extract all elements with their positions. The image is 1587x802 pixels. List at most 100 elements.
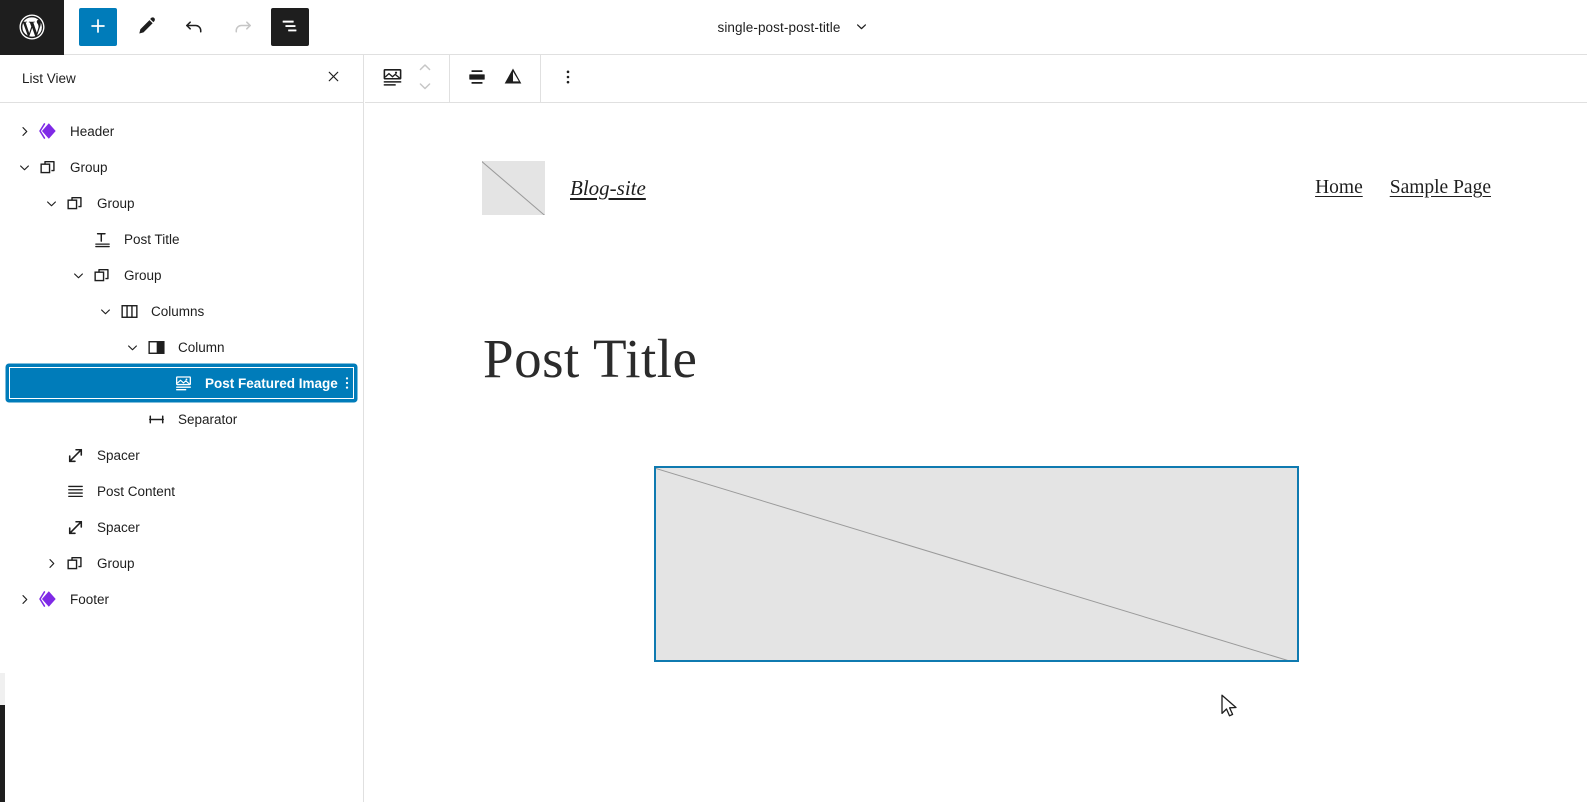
list-view-header: List View [0, 55, 363, 103]
move-down-button[interactable] [415, 79, 435, 98]
group-icon [36, 155, 60, 179]
more-vertical-icon [558, 67, 578, 90]
chevron-right-icon[interactable] [39, 551, 63, 575]
site-title-link[interactable]: Blog-site [570, 176, 646, 201]
tree-item-column[interactable]: Column [0, 329, 363, 365]
tree-item-label: Group [97, 555, 135, 571]
block-type-button[interactable] [374, 55, 410, 103]
tree-item-post-featured-image[interactable]: Post Featured Image [7, 365, 356, 401]
tree-item-spacer[interactable]: Spacer [0, 509, 363, 545]
align-button[interactable] [459, 55, 495, 103]
tree-item-label: Group [97, 195, 135, 211]
tree-item-columns[interactable]: Columns [0, 293, 363, 329]
chevron-down-icon[interactable] [12, 155, 36, 179]
more-vertical-icon[interactable] [338, 371, 356, 395]
tree-item-label: Post Featured Image [205, 375, 338, 391]
block-movers [410, 55, 440, 103]
tree-item-group[interactable]: Group [0, 545, 363, 581]
chevron-down-icon[interactable] [93, 299, 117, 323]
tree-item-label: Footer [70, 591, 110, 607]
tree-item-label: Post Title [124, 231, 180, 247]
move-up-button[interactable] [415, 60, 435, 79]
tree-item-label: Header [70, 123, 115, 139]
undo-icon [183, 14, 206, 40]
wordpress-logo-button[interactable] [0, 0, 64, 55]
block-tree: Header Group Group Post Title Group Colu… [0, 103, 363, 617]
post-title: Post Title [483, 328, 698, 389]
redo-button[interactable] [223, 8, 261, 46]
columns-icon [117, 299, 141, 323]
list-view-sidebar: List View Header Group Group Post Title … [0, 55, 364, 802]
tree-item-group[interactable]: Group [0, 149, 363, 185]
list-view-button[interactable] [271, 8, 309, 46]
tree-item-spacer[interactable]: Spacer [0, 437, 363, 473]
spacer-icon [63, 515, 87, 539]
left-edge-strip-light [0, 673, 5, 705]
tree-item-label: Column [178, 339, 225, 355]
tree-item-label: Group [70, 159, 108, 175]
tree-item-label: Post Content [97, 483, 176, 499]
tree-item-label: Columns [151, 303, 205, 319]
featured-image-icon [380, 65, 405, 93]
editor-window: single-post-post-title List View Header … [0, 0, 1587, 802]
edit-tool-button[interactable] [127, 8, 165, 46]
block-type-group [365, 55, 449, 103]
duotone-button[interactable] [495, 55, 531, 103]
tree-item-label: Group [124, 267, 162, 283]
tree-item-separator[interactable]: Separator [0, 401, 363, 437]
featured-image-icon [171, 371, 195, 395]
tree-item-footer[interactable]: Footer [0, 581, 363, 617]
tree-item-label: Spacer [97, 519, 140, 535]
list-view-icon [279, 15, 301, 40]
site-navigation: Home Sample Page [1315, 177, 1491, 199]
chevron-right-icon[interactable] [12, 119, 36, 143]
wordpress-logo-icon [17, 12, 47, 42]
block-format-group [450, 55, 540, 103]
spacer-icon [63, 443, 87, 467]
add-block-button[interactable] [79, 8, 117, 46]
undo-button[interactable] [175, 8, 213, 46]
redo-icon [231, 14, 254, 40]
site-logo-placeholder-icon [482, 161, 545, 215]
mouse-cursor [1220, 694, 1240, 725]
block-options-group [541, 55, 586, 103]
block-toolbar [365, 54, 1587, 103]
tree-item-group[interactable]: Group [0, 185, 363, 221]
group-icon [63, 191, 87, 215]
nav-link-sample-page[interactable]: Sample Page [1390, 177, 1491, 199]
tree-item-group[interactable]: Group [0, 257, 363, 293]
tree-item-label: Spacer [97, 447, 140, 463]
featured-image-block [654, 466, 1299, 662]
chevron-down-icon[interactable] [39, 191, 63, 215]
plus-icon [87, 15, 109, 40]
close-icon [325, 68, 342, 90]
site-branding[interactable]: Blog-site [482, 161, 646, 215]
post-featured-image-placeholder[interactable] [654, 466, 1299, 662]
tree-item-label: Separator [178, 411, 238, 427]
site-header: Blog-site Home Sample Page [365, 103, 1587, 215]
editor-top-bar: single-post-post-title [0, 0, 1587, 55]
column-icon [144, 335, 168, 359]
align-center-icon [465, 65, 489, 92]
post-title-icon [90, 227, 114, 251]
close-list-view-button[interactable] [317, 63, 349, 95]
chevron-down-icon[interactable] [120, 335, 144, 359]
chevron-down-icon[interactable] [66, 263, 90, 287]
separator-icon [144, 407, 168, 431]
chevron-right-icon[interactable] [12, 587, 36, 611]
pencil-icon [135, 14, 158, 40]
template-part-icon [36, 587, 60, 611]
tree-item-post-title[interactable]: Post Title [0, 221, 363, 257]
list-view-title: List View [22, 71, 76, 86]
template-part-icon [36, 119, 60, 143]
group-icon [90, 263, 114, 287]
document-title-button[interactable]: single-post-post-title [717, 18, 869, 38]
nav-link-home[interactable]: Home [1315, 177, 1363, 199]
tree-item-header[interactable]: Header [0, 113, 363, 149]
chevron-down-icon [853, 18, 870, 38]
group-icon [63, 551, 87, 575]
block-options-button[interactable] [550, 55, 586, 103]
editor-canvas: Blog-site Home Sample Page Post Title [365, 103, 1587, 802]
tree-item-post-content[interactable]: Post Content [0, 473, 363, 509]
duotone-filter-icon [501, 65, 525, 92]
